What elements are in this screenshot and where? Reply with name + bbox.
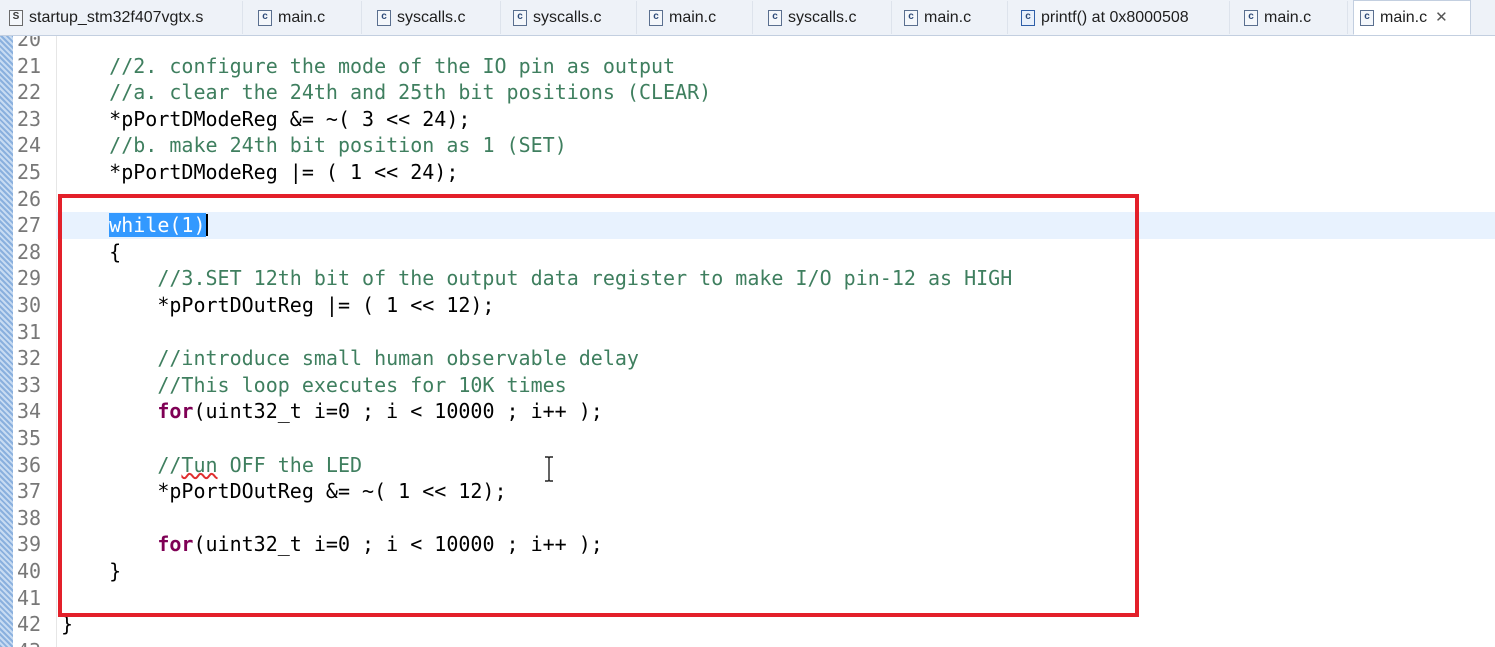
- tab-3[interactable]: c syscalls.c: [371, 1, 501, 34]
- line-number: 26: [17, 186, 42, 211]
- tab-label: syscalls.c: [788, 8, 857, 26]
- line-number: 33: [17, 372, 42, 397]
- code-text[interactable]: //a. clear the 24th and 25th bit positio…: [61, 79, 711, 106]
- annotation-highlight-box: [58, 194, 1139, 617]
- line-number: 28: [17, 239, 42, 264]
- tab-label: main.c: [278, 8, 326, 26]
- tab-label: syscalls.c: [533, 8, 602, 26]
- code-text[interactable]: //b. make 24th bit position as 1 (SET): [61, 132, 567, 159]
- tab-5[interactable]: c main.c: [643, 1, 753, 34]
- tab-6[interactable]: c syscalls.c: [762, 1, 892, 34]
- code-line[interactable]: 43: [0, 638, 1495, 647]
- c-file-icon: c: [649, 9, 663, 26]
- line-number: 32: [17, 346, 42, 371]
- tab-4[interactable]: c syscalls.c: [507, 1, 637, 34]
- tab-8[interactable]: c printf() at 0x8000508: [1015, 1, 1230, 34]
- line-number: 42: [17, 612, 42, 637]
- tab-label: main.c: [1380, 8, 1428, 26]
- tab-10[interactable]: c main.c ✕: [1353, 0, 1471, 35]
- line-number: 34: [17, 399, 42, 424]
- tab-label: syscalls.c: [397, 8, 466, 26]
- code-text[interactable]: *pPortDModeReg |= ( 1 << 24);: [61, 159, 458, 186]
- code-text[interactable]: //2. configure the mode of the IO pin as…: [61, 53, 675, 80]
- c-file-icon: c: [513, 9, 527, 26]
- tab-2[interactable]: c main.c: [252, 1, 362, 34]
- tab-label: main.c: [669, 8, 717, 26]
- line-number: 25: [17, 160, 42, 184]
- line-number: 37: [17, 479, 42, 504]
- disassembly-file-icon: c: [1021, 9, 1035, 26]
- tab-label: main.c: [1264, 8, 1312, 26]
- line-number: 35: [17, 426, 42, 450]
- c-file-icon: c: [1244, 9, 1258, 26]
- line-number: 40: [17, 559, 42, 583]
- code-line[interactable]: 22 //a. clear the 24th and 25th bit posi…: [0, 79, 1495, 106]
- code-text[interactable]: *pPortDModeReg &= ~( 3 << 24);: [61, 106, 470, 133]
- line-number: 21: [17, 53, 42, 78]
- line-number: 29: [17, 266, 42, 291]
- line-number: 23: [17, 106, 42, 131]
- code-line[interactable]: 20: [0, 36, 1495, 53]
- line-number: 24: [17, 133, 42, 158]
- line-number: 43: [17, 638, 43, 647]
- line-number: 38: [17, 505, 42, 530]
- line-number: 30: [17, 293, 42, 317]
- c-file-icon: c: [258, 9, 272, 26]
- code-line[interactable]: 25 *pPortDModeReg |= ( 1 << 24);: [0, 159, 1495, 186]
- tab-9[interactable]: c main.c: [1238, 1, 1348, 34]
- line-number: 39: [17, 532, 42, 557]
- tab-label: main.c: [924, 8, 972, 26]
- line-number: 27: [17, 213, 42, 238]
- asm-file-icon: S: [9, 9, 23, 26]
- text-cursor-icon: [545, 456, 553, 482]
- line-number: 41: [17, 585, 42, 610]
- line-number: 22: [17, 80, 42, 105]
- c-file-icon: c: [768, 9, 782, 26]
- close-tab-icon[interactable]: ✕: [1435, 10, 1448, 25]
- line-number: 36: [17, 452, 42, 477]
- line-number: 20: [17, 36, 42, 51]
- c-file-icon: c: [904, 9, 918, 26]
- tab-1[interactable]: Sstartup_stm32f407vgtx.s: [3, 1, 243, 34]
- c-file-icon: c: [377, 9, 391, 26]
- tab-label: startup_stm32f407vgtx.s: [29, 8, 204, 26]
- line-number: 31: [17, 319, 42, 344]
- code-line[interactable]: 23 *pPortDModeReg &= ~( 3 << 24);: [0, 106, 1495, 133]
- code-editor[interactable]: 20 21 //2. configure the mode of the IO p…: [0, 36, 1495, 647]
- c-file-icon: c: [1360, 9, 1374, 26]
- tab-label: printf() at 0x8000508: [1041, 8, 1189, 26]
- code-line[interactable]: 21 //2. configure the mode of the IO pin…: [0, 53, 1495, 80]
- editor-tab-bar: Sstartup_stm32f407vgtx.s c main.c c syscalls…: [0, 0, 1495, 36]
- tab-7[interactable]: c main.c: [898, 1, 1008, 34]
- code-line[interactable]: 24 //b. make 24th bit position as 1 (SET…: [0, 132, 1495, 159]
